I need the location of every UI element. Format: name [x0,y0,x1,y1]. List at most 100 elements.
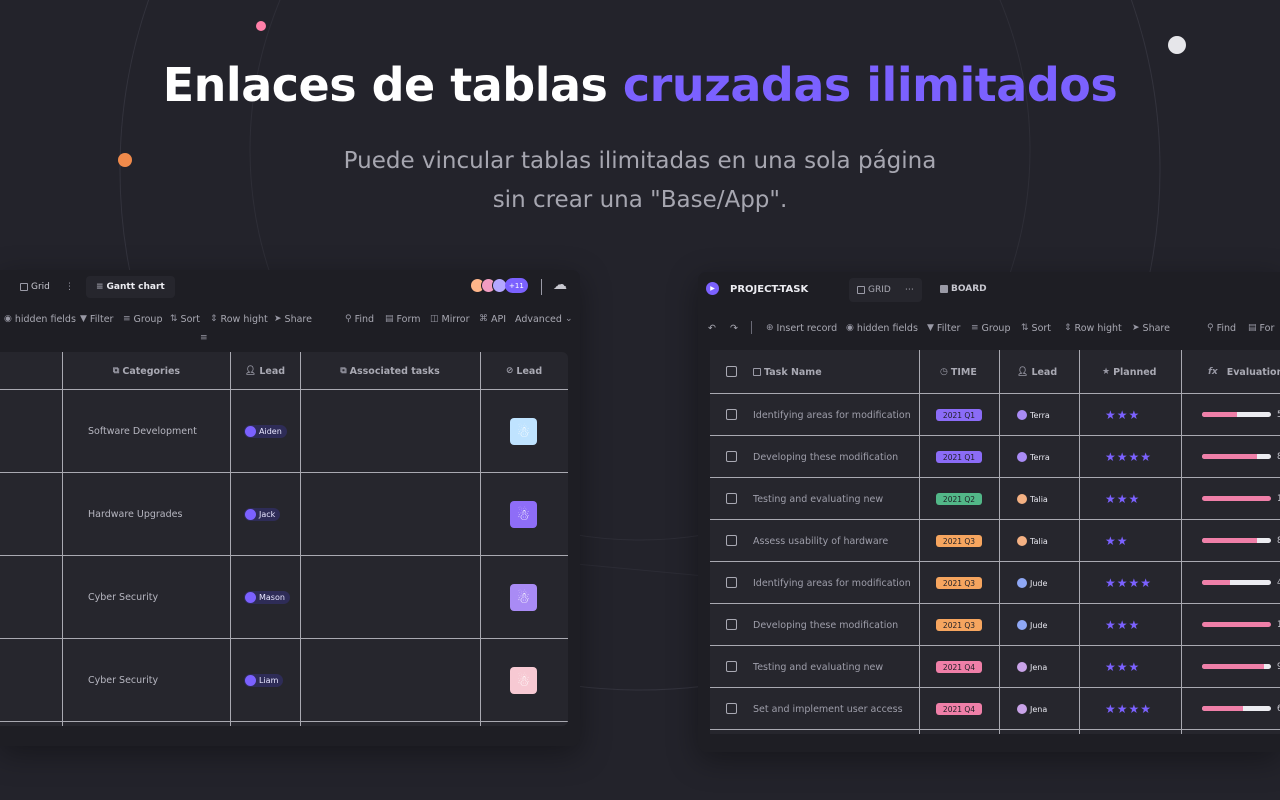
table-row[interactable]: Developing these modification 2021 Q1 Terr… [710,436,1280,478]
insert-record-button[interactable]: ⊕ Insert record [766,323,837,334]
api-button[interactable]: ⌘ API [479,314,506,325]
lead-member-tag[interactable]: Liam [244,674,284,687]
column-header-lead[interactable]: 👤︎ Lead [1017,350,1057,394]
lead-cell[interactable]: Jena [1017,688,1047,730]
snowman-avatar[interactable]: ☃ [510,667,537,694]
table-row[interactable]: Software Development Aiden ☃ [0,390,568,473]
time-tag[interactable]: 2021 Q2 [936,493,982,505]
more-icon[interactable]: ⋮ [65,282,74,292]
form-button[interactable]: ▤ Form [385,314,420,325]
lead-cell[interactable]: Talia [1017,478,1048,520]
table-row[interactable]: Hardware Upgrades Jack ☃ [0,473,568,556]
snowman-avatar[interactable]: ☃ [510,418,537,445]
lead-member-tag[interactable]: Mason [244,591,290,604]
lead-member-tag[interactable]: Jack [244,508,281,521]
lead-cell[interactable]: Jena [1017,646,1047,688]
row-checkbox[interactable] [726,493,737,504]
time-tag[interactable]: 2021 Q3 [936,535,982,547]
rating-stars[interactable]: ★★★ [1105,478,1140,520]
share-button[interactable]: ➤ Share [1132,323,1170,334]
task-name-cell[interactable]: Set and implement user access [753,688,903,730]
filter-button[interactable]: ▼ Filter [80,314,113,325]
rating-stars[interactable]: ★★★ [1105,604,1140,646]
row-height-button[interactable]: ⇕ Row hight [210,314,268,325]
column-header-planned[interactable]: ★ Planned [1102,350,1156,394]
form-button[interactable]: ▤ For [1248,323,1274,334]
table-row[interactable]: Identifying areas for modification 2021 Q… [710,394,1280,436]
category-cell[interactable]: Cyber Security [88,639,158,722]
row-checkbox[interactable] [726,661,737,672]
rating-stars[interactable]: ★★★★ [1105,436,1152,478]
table-row[interactable]: Developing these modification 2021 Q3 Jude… [710,604,1280,646]
table-row[interactable]: Testing and evaluating new 2021 Q2 Talia ★★… [710,478,1280,520]
share-button[interactable]: ➤ Share [274,314,312,325]
time-tag[interactable]: 2021 Q4 [936,703,982,715]
redo-icon[interactable]: ↷ [730,323,738,334]
group-button[interactable]: ≡ Group [123,314,162,325]
cloud-sync-icon[interactable]: ☁ [553,277,567,293]
table-row[interactable]: Cyber Security Mason ☃ [0,556,568,639]
snowman-avatar[interactable]: ☃ [510,584,537,611]
column-header-task-name[interactable]: Task Name [753,350,822,394]
undo-icon[interactable]: ↶ [708,323,716,334]
category-cell[interactable]: Software Development [88,390,197,473]
rating-stars[interactable]: ★★ [1105,520,1129,562]
table-row[interactable]: Testing and evaluating new 2021 Q4 Jena ★★★… [710,646,1280,688]
lead-cell[interactable]: Jude [1017,604,1047,646]
column-header-lead[interactable]: 👤︎ Lead [230,352,300,390]
snowman-avatar[interactable]: ☃ [510,501,537,528]
row-checkbox[interactable] [726,577,737,588]
column-header-lead-attachment[interactable]: ⊘ Lead [480,352,568,390]
mirror-button[interactable]: ◫ Mirror [430,314,470,325]
rating-stars[interactable]: ★★★ [1105,394,1140,436]
column-header-time[interactable]: ◷ TIME [940,350,977,394]
lead-member-tag[interactable]: Aiden [244,425,287,438]
row-checkbox[interactable] [726,619,737,630]
task-name-cell[interactable]: Testing and evaluating new [753,646,883,688]
task-name-cell[interactable]: Assess usability of hardware [753,520,888,562]
time-tag[interactable]: 2021 Q3 [936,619,982,631]
task-name-cell[interactable]: Identifying areas for modification [753,394,911,436]
time-tag[interactable]: 2021 Q4 [936,661,982,673]
view-tab-grid[interactable]: Grid [20,282,50,292]
column-header-categories[interactable]: ⧉ Categories [63,352,230,390]
filter-button[interactable]: ▼ Filter [927,323,960,334]
row-height-button[interactable]: ⇕ Row hight [1064,323,1122,334]
find-button[interactable]: ⚲ Find [345,314,374,325]
hidden-fields-button[interactable]: ◉ hidden fields [846,323,918,334]
row-checkbox[interactable] [726,451,737,462]
rating-stars[interactable]: ★★★★ [1105,688,1152,730]
row-checkbox[interactable] [726,409,737,420]
table-row[interactable]: Set and implement user access 2021 Q4 Jena… [710,688,1280,730]
lead-cell[interactable]: Jude [1017,562,1047,604]
view-tab-grid[interactable]: GRID ⋯ [849,278,922,302]
task-name-cell[interactable]: Developing these modification [753,436,898,478]
rating-stars[interactable]: ★★★★ [1105,562,1152,604]
category-cell[interactable]: Cyber Security [88,556,158,639]
sort-button[interactable]: ⇅ Sort [170,314,200,325]
more-icon[interactable]: ⋯ [905,285,914,295]
select-all-checkbox[interactable] [726,366,737,377]
table-row[interactable]: Assess usability of hardware 2021 Q3 Talia… [710,520,1280,562]
advanced-dropdown[interactable]: Advanced ⌄ [515,314,575,325]
group-button[interactable]: ≡ Group [971,323,1010,334]
time-tag[interactable]: 2021 Q3 [936,577,982,589]
table-row[interactable]: Identifying areas for modification 2021 Q… [710,562,1280,604]
table-row[interactable]: Cyber Security Liam ☃ [0,639,568,722]
hidden-fields-button[interactable]: ◉ hidden fields [4,314,76,325]
lead-cell[interactable]: Terra [1017,394,1050,436]
column-header-associated-tasks[interactable]: ⧉ Associated tasks [300,352,480,390]
category-cell[interactable]: Hardware Upgrades [88,473,182,556]
time-tag[interactable]: 2021 Q1 [936,451,982,463]
play-icon[interactable]: ▶ [706,282,719,295]
task-name-cell[interactable]: Testing and evaluating new [753,478,883,520]
rating-stars[interactable]: ★★★ [1105,646,1140,688]
time-tag[interactable]: 2021 Q1 [936,409,982,421]
view-tab-gantt[interactable]: ≡ Gantt chart [86,276,175,298]
find-button[interactable]: ⚲ Find [1207,323,1236,334]
lead-cell[interactable]: Terra [1017,436,1050,478]
task-name-cell[interactable]: Developing these modification [753,604,898,646]
sort-button[interactable]: ⇅ Sort [1021,323,1051,334]
row-checkbox[interactable] [726,703,737,714]
row-checkbox[interactable] [726,535,737,546]
